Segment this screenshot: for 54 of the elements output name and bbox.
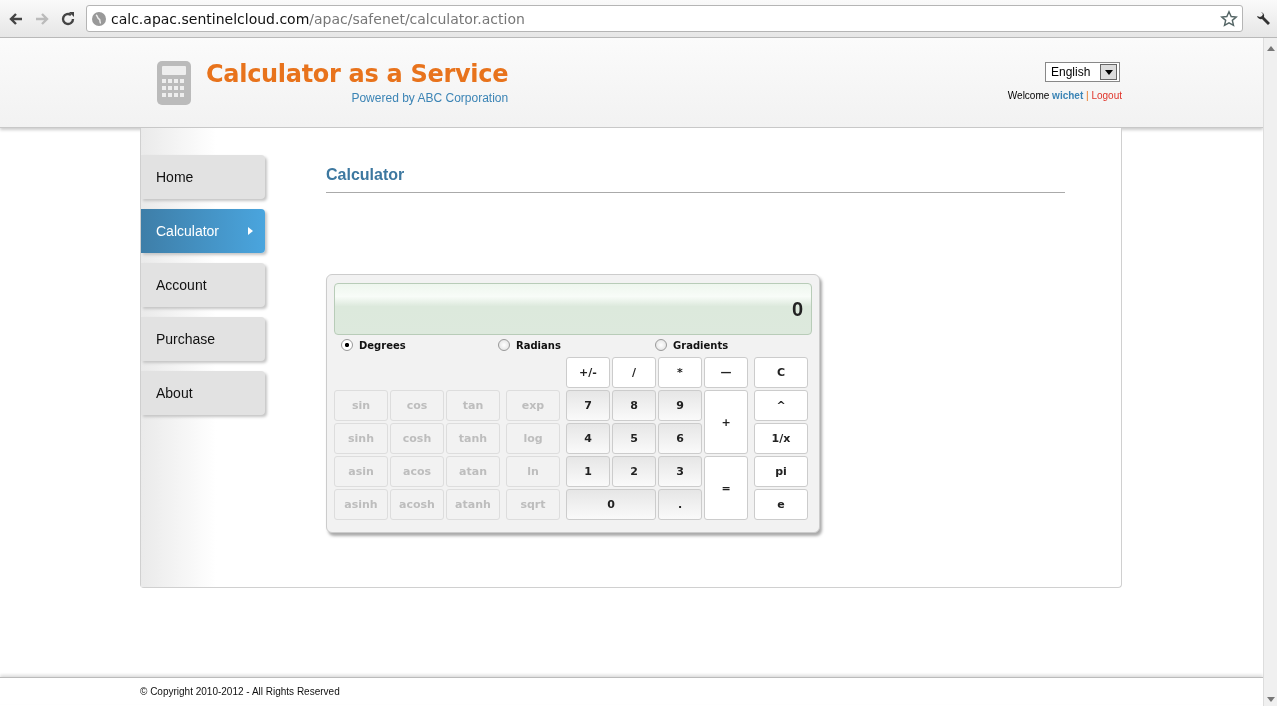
user-link[interactable]: wichet — [1052, 90, 1084, 101]
calculator-key[interactable]: 1 — [566, 456, 610, 487]
calculator-key[interactable]: 5 — [612, 423, 656, 454]
calculator-key[interactable]: +/- — [566, 357, 610, 388]
welcome-text: Welcome — [1007, 90, 1050, 101]
page-title: Calculator — [326, 166, 1065, 193]
calculator-key[interactable]: 6 — [658, 423, 702, 454]
scroll-down-icon[interactable] — [1266, 697, 1275, 702]
calculator-key[interactable]: 4 — [566, 423, 610, 454]
address-bar[interactable]: calc.apac.sentinelcloud.com/apac/safenet/calculator.action — [86, 5, 1243, 32]
sidebar-item[interactable]: Purchase — [141, 317, 265, 361]
sidebar-item[interactable]: About — [141, 371, 265, 415]
reload-icon[interactable] — [60, 10, 76, 27]
caret-icon — [1104, 69, 1113, 75]
calculator-key[interactable]: 1/x — [754, 423, 808, 454]
radio-label[interactable]: Gradients — [673, 339, 729, 351]
calculator-key[interactable]: * — [658, 357, 702, 388]
radio-button[interactable] — [655, 339, 667, 351]
calculator-key[interactable]: 3 — [658, 456, 702, 487]
calculator-key[interactable]: / — [612, 357, 656, 388]
calculator-key[interactable]: + — [704, 390, 748, 454]
calculator-key[interactable]: . — [658, 489, 702, 520]
calculator-key[interactable]: pi — [754, 456, 808, 487]
language-select[interactable]: English — [1045, 62, 1120, 82]
radio-label[interactable]: Radians — [516, 339, 561, 351]
separator-text: | — [1086, 90, 1089, 101]
calculator-key[interactable]: C — [754, 357, 808, 388]
calculator-key[interactable]: 8 — [612, 390, 656, 421]
logout-link[interactable]: Logout — [1091, 90, 1122, 101]
star-icon[interactable] — [1220, 9, 1238, 28]
back-icon[interactable] — [8, 10, 24, 27]
sidebar-item[interactable]: Home — [141, 155, 265, 199]
calculator-icon — [157, 61, 191, 105]
scrollbar[interactable] — [1263, 38, 1277, 706]
scroll-up-icon[interactable] — [1266, 46, 1275, 51]
calculator-key[interactable]: 2 — [612, 456, 656, 487]
radio-button[interactable] — [498, 339, 510, 351]
calculator-key[interactable]: e — [754, 489, 808, 520]
calculator-display: 0 — [334, 283, 812, 335]
calculator-key[interactable]: ^ — [754, 390, 808, 421]
sidebar-item[interactable]: Account — [141, 263, 265, 307]
arrow-icon — [248, 227, 253, 235]
calculator-key[interactable]: 0 — [566, 489, 656, 520]
radio-button[interactable] — [341, 339, 353, 351]
calculator-key[interactable]: 7 — [566, 390, 610, 421]
calculator-key[interactable]: = — [704, 456, 748, 520]
copyright-text: © Copyright 2010-2012 - All Rights Reserved — [140, 685, 340, 697]
radio-label[interactable]: Degrees — [359, 339, 406, 351]
calculator-key[interactable]: — — [704, 357, 748, 388]
site-title: Calculator as a Service — [206, 60, 509, 88]
sidebar-item[interactable]: Calculator — [141, 209, 265, 253]
calculator-key[interactable]: 9 — [658, 390, 702, 421]
site-subtitle: Powered by ABC Corporation — [351, 91, 509, 105]
globe-icon — [91, 10, 107, 27]
